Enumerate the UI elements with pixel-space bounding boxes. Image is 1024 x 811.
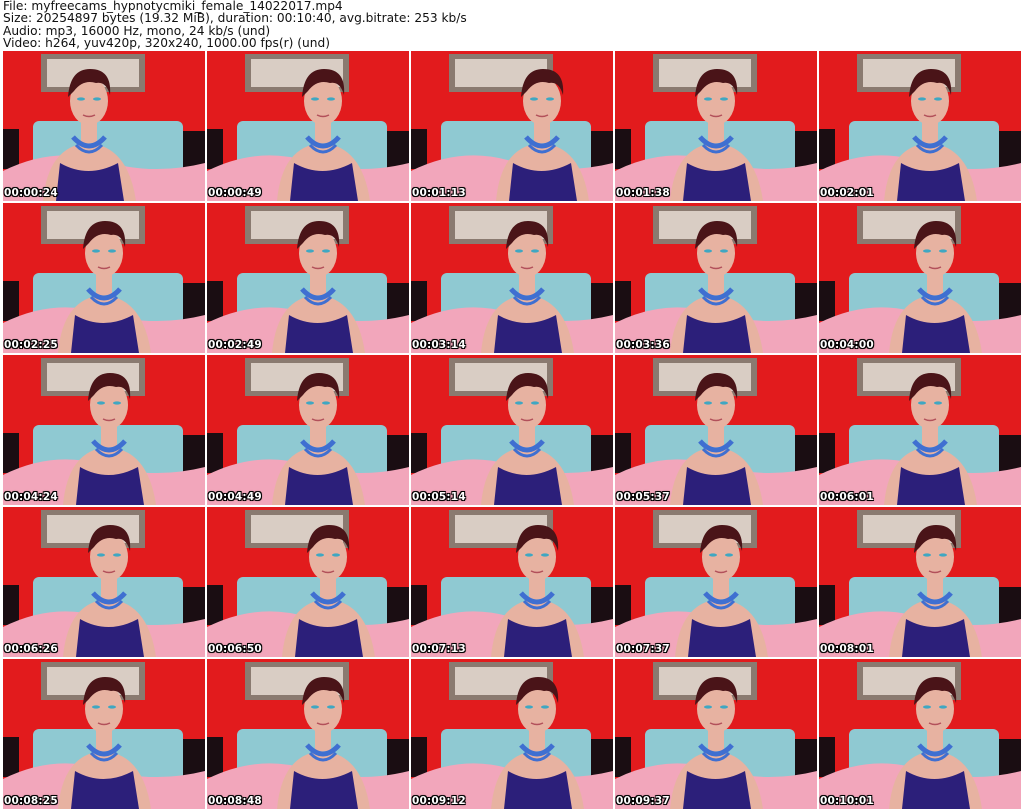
thumbnail-timestamp: 00:07:13 xyxy=(412,643,466,655)
thumbnail-timestamp: 00:04:49 xyxy=(208,491,262,503)
thumbnail-timestamp: 00:01:38 xyxy=(616,187,670,199)
thumbnail-frame: 00:01:13 xyxy=(411,51,613,201)
thumbnail-timestamp: 00:07:37 xyxy=(616,643,670,655)
thumbnail-frame: 00:05:14 xyxy=(411,355,613,505)
thumbnail-timestamp: 00:02:49 xyxy=(208,339,262,351)
video-frame-image xyxy=(615,51,817,201)
thumbnail-frame: 00:03:14 xyxy=(411,203,613,353)
thumbnail-timestamp: 00:02:01 xyxy=(820,187,874,199)
thumbnail-frame: 00:01:38 xyxy=(615,51,817,201)
thumbnail-frame: 00:06:50 xyxy=(207,507,409,657)
video-frame-image xyxy=(207,507,409,657)
thumbnail-timestamp: 00:06:26 xyxy=(4,643,58,655)
video-frame-image xyxy=(819,507,1021,657)
video-frame-image xyxy=(411,355,613,505)
thumbnail-frame: 00:06:01 xyxy=(819,355,1021,505)
video-frame-image xyxy=(3,203,205,353)
thumbnail-timestamp: 00:05:14 xyxy=(412,491,466,503)
thumbnail-frame: 00:09:37 xyxy=(615,659,817,809)
thumbnail-frame: 00:08:48 xyxy=(207,659,409,809)
thumbnail-timestamp: 00:04:24 xyxy=(4,491,58,503)
video-frame-image xyxy=(3,507,205,657)
video-frame-image xyxy=(615,355,817,505)
thumbnail-frame: 00:02:25 xyxy=(3,203,205,353)
thumbnail-frame: 00:00:24 xyxy=(3,51,205,201)
thumbnail-timestamp: 00:03:14 xyxy=(412,339,466,351)
thumbnail-timestamp: 00:06:01 xyxy=(820,491,874,503)
video-frame-image xyxy=(819,203,1021,353)
thumbnail-timestamp: 00:00:49 xyxy=(208,187,262,199)
thumbnail-timestamp: 00:10:01 xyxy=(820,795,874,807)
thumbnail-timestamp: 00:04:00 xyxy=(820,339,874,351)
thumbnail-frame: 00:04:49 xyxy=(207,355,409,505)
video-frame-image xyxy=(615,203,817,353)
video-frame-image xyxy=(207,355,409,505)
thumbnail-frame: 00:05:37 xyxy=(615,355,817,505)
thumbnail-frame: 00:02:49 xyxy=(207,203,409,353)
thumbnail-frame: 00:08:25 xyxy=(3,659,205,809)
video-frame-image xyxy=(411,659,613,809)
file-size-line: Size: 20254897 bytes (19.32 MiB), durati… xyxy=(3,11,467,26)
video-frame-image xyxy=(819,355,1021,505)
thumbnail-timestamp: 00:02:25 xyxy=(4,339,58,351)
thumbnail-timestamp: 00:00:24 xyxy=(4,187,58,199)
video-frame-image xyxy=(411,507,613,657)
thumbnail-frame: 00:08:01 xyxy=(819,507,1021,657)
thumbnail-frame: 00:04:00 xyxy=(819,203,1021,353)
thumbnail-grid: 00:00:24 00:00:49 00:01:13 00:01:38 00:02:01… xyxy=(3,51,1021,809)
video-frame-image xyxy=(207,51,409,201)
video-frame-image xyxy=(207,659,409,809)
thumbnail-timestamp: 00:08:01 xyxy=(820,643,874,655)
video-frame-image xyxy=(615,507,817,657)
thumbnail-frame: 00:03:36 xyxy=(615,203,817,353)
thumbnail-timestamp: 00:01:13 xyxy=(412,187,466,199)
video-info-line: Video: h264, yuv420p, 320x240, 1000.00 f… xyxy=(3,36,330,51)
thumbnail-timestamp: 00:09:12 xyxy=(412,795,466,807)
video-frame-image xyxy=(207,203,409,353)
thumbnail-timestamp: 00:08:48 xyxy=(208,795,262,807)
file-info-header: File: myfreecams_hypnotycmiki_female_140… xyxy=(3,0,1021,50)
thumbnail-frame: 00:10:01 xyxy=(819,659,1021,809)
thumbnail-frame: 00:07:13 xyxy=(411,507,613,657)
thumbnail-frame: 00:02:01 xyxy=(819,51,1021,201)
thumbnail-timestamp: 00:03:36 xyxy=(616,339,670,351)
thumbnail-timestamp: 00:05:37 xyxy=(616,491,670,503)
thumbnail-frame: 00:00:49 xyxy=(207,51,409,201)
thumbnail-frame: 00:09:12 xyxy=(411,659,613,809)
thumbnail-frame: 00:06:26 xyxy=(3,507,205,657)
video-frame-image xyxy=(819,51,1021,201)
video-frame-image xyxy=(411,51,613,201)
video-frame-image xyxy=(3,659,205,809)
thumbnail-timestamp: 00:08:25 xyxy=(4,795,58,807)
thumbnail-timestamp: 00:09:37 xyxy=(616,795,670,807)
thumbnail-timestamp: 00:06:50 xyxy=(208,643,262,655)
video-frame-image xyxy=(615,659,817,809)
video-frame-image xyxy=(819,659,1021,809)
thumbnail-frame: 00:07:37 xyxy=(615,507,817,657)
video-frame-image xyxy=(3,355,205,505)
thumbnail-frame: 00:04:24 xyxy=(3,355,205,505)
video-frame-image xyxy=(3,51,205,201)
video-frame-image xyxy=(411,203,613,353)
